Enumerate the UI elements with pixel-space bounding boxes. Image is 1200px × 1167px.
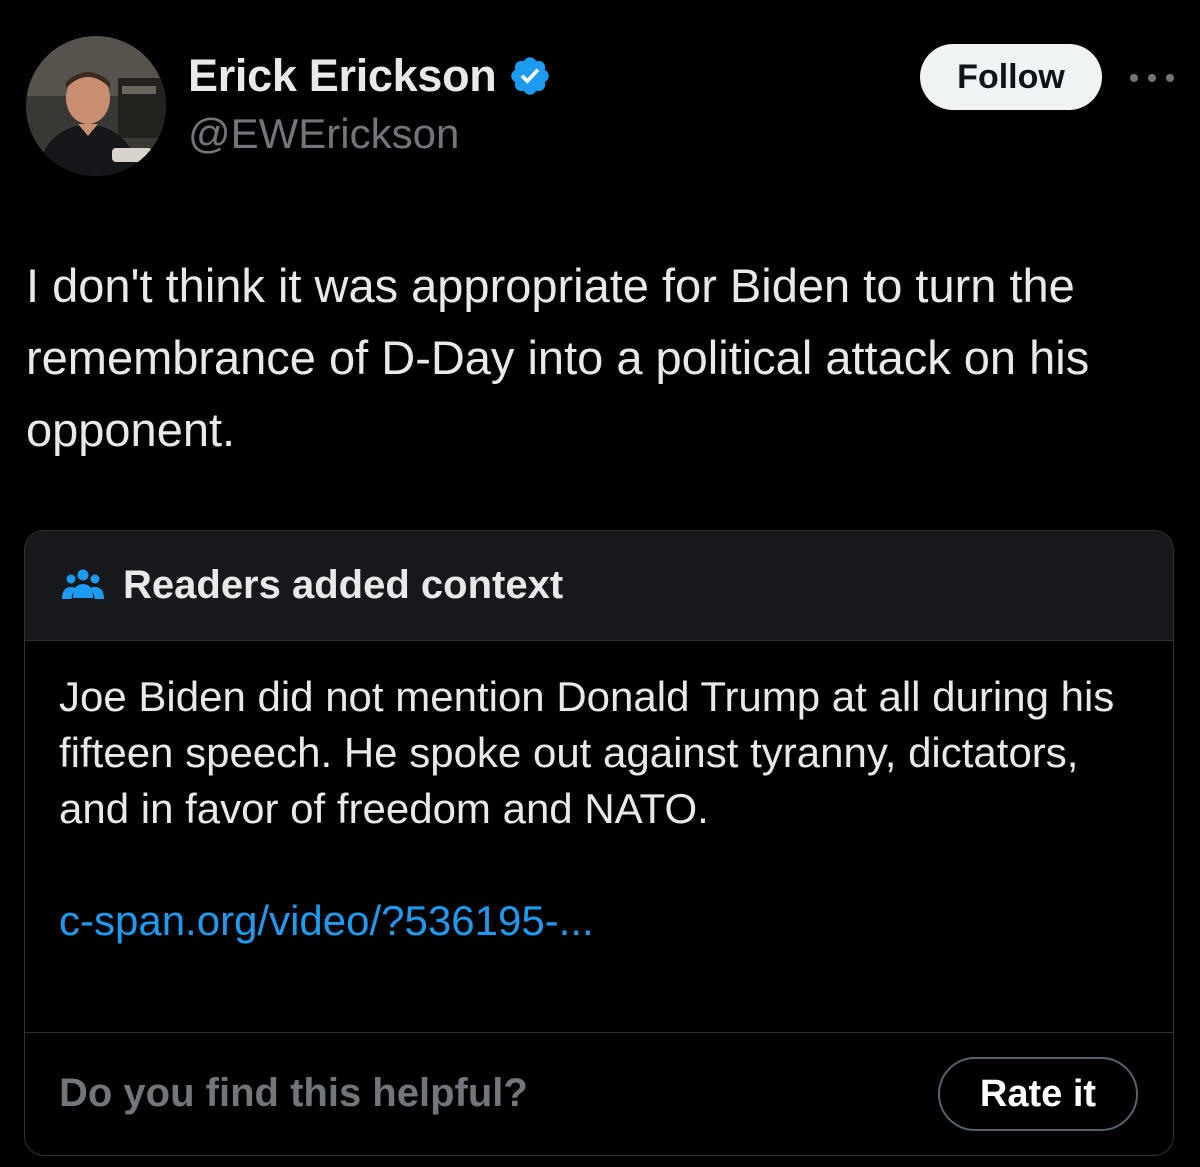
more-dot [1130, 74, 1138, 82]
community-note-text: Joe Biden did not mention Donald Trump a… [59, 673, 1115, 832]
rate-it-button[interactable]: Rate it [938, 1057, 1138, 1131]
community-note-title: Readers added context [123, 563, 564, 607]
community-note-source-link[interactable]: c-span.org/video/?536195-... [59, 893, 1139, 949]
community-note-header: Readers added context [25, 531, 1173, 641]
more-dot [1148, 74, 1156, 82]
people-icon [61, 566, 105, 606]
author-handle[interactable]: @EWErickson [188, 110, 459, 158]
avatar-photo [26, 36, 166, 176]
community-note-card: Readers added context Joe Biden did not … [24, 530, 1174, 1156]
community-note-footer: Do you find this helpful? Rate it [25, 1033, 1173, 1155]
author-display-name[interactable]: Erick Erickson [188, 50, 497, 102]
tweet-text: I don't think it was appropriate for Bid… [26, 259, 1090, 456]
helpful-question: Do you find this helpful? [59, 1071, 528, 1115]
more-horizontal-icon[interactable] [1130, 66, 1174, 90]
author-name-row[interactable]: Erick Erickson [188, 48, 552, 104]
follow-button[interactable]: Follow [920, 44, 1102, 110]
verified-badge-icon [508, 54, 552, 98]
community-note-body: Joe Biden did not mention Donald Trump a… [25, 641, 1173, 1033]
more-dot [1166, 74, 1174, 82]
avatar[interactable] [26, 36, 166, 176]
